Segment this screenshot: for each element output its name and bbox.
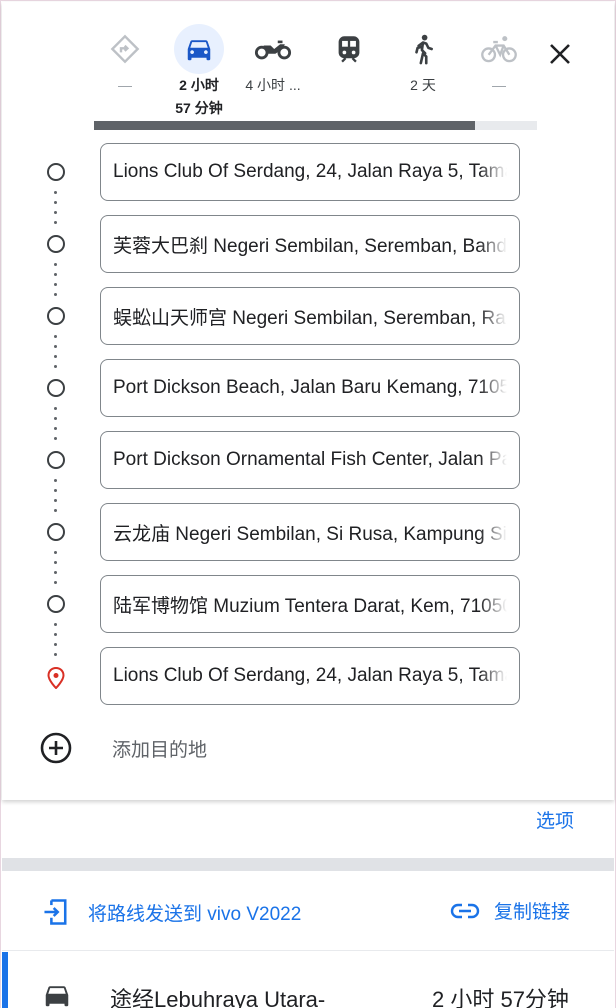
send-to-phone-icon <box>44 899 67 925</box>
copy-link-button[interactable]: 复制链接 <box>450 897 570 924</box>
waypoint-circle-icon <box>47 307 65 325</box>
waypoint-input[interactable]: Lions Club Of Serdang, 24, Jalan Raya 5,… <box>100 647 520 705</box>
waypoint-row: Port Dickson Ornamental Fish Center, Jal… <box>2 430 614 490</box>
waypoint-circle-icon <box>47 451 65 469</box>
waypoint-row: 云龙庙 Negeri Sembilan, Si Rusa, Kampung Si… <box>2 502 614 562</box>
waypoint-input[interactable]: Port Dickson Beach, Jalan Baru Kemang, 7… <box>100 359 520 417</box>
send-to-device-link[interactable]: 将路线发送到 vivo V2022 <box>42 897 301 927</box>
send-to-device-label: 将路线发送到 vivo V2022 <box>88 903 302 925</box>
mode-driving-label-hours: 2 小时 <box>179 77 219 93</box>
destination-pin-icon <box>47 666 65 690</box>
section-divider <box>2 858 614 871</box>
close-icon <box>550 44 570 64</box>
add-destination-label: 添加目的地 <box>112 739 208 761</box>
waypoint-circle-icon <box>47 235 65 253</box>
add-destination-button[interactable]: 添加目的地 <box>40 729 207 767</box>
selected-route-indicator <box>2 952 8 1008</box>
close-button[interactable] <box>538 32 582 76</box>
mode-motorcycle-label: 4 小时 ... <box>245 77 301 93</box>
motorcycle-icon <box>248 24 298 74</box>
waypoint-input[interactable]: Lions Club Of Serdang, 24, Jalan Raya 5,… <box>100 143 520 201</box>
mode-driving[interactable]: 2 小时 57 分钟 <box>164 24 234 120</box>
waypoint-circle-icon <box>47 379 65 397</box>
car-icon <box>45 986 69 1007</box>
directions-panel: — 2 小时 57 分钟 4 小时 ... 2 天 — Lions Club O… <box>2 2 614 800</box>
waypoint-row: Lions Club Of Serdang, 24, Jalan Raya 5,… <box>2 142 614 202</box>
waypoint-row: 芙蓉大巴刹 Negeri Sembilan, Seremban, Bandar … <box>2 214 614 274</box>
mode-walking[interactable]: 2 天 <box>388 24 458 97</box>
mode-best-label: — <box>118 77 132 93</box>
waypoint-input[interactable]: 蜈蚣山天师宫 Negeri Sembilan, Seremban, Rasah <box>100 287 520 345</box>
walk-icon <box>398 24 448 74</box>
waypoint-input[interactable]: 云龙庙 Negeri Sembilan, Si Rusa, Kampung Si… <box>100 503 520 561</box>
waypoint-input[interactable]: 陆军博物馆 Muzium Tentera Darat, Kem, 71050 <box>100 575 520 633</box>
route-option[interactable]: 途经Lebuhraya Utara- 2 小时 57分钟 <box>2 952 614 1008</box>
mode-scroll-thumb[interactable] <box>94 121 475 130</box>
route-via-text: 途经Lebuhraya Utara- <box>110 987 326 1008</box>
mode-driving-label-minutes: 57 分钟 <box>175 100 223 116</box>
waypoint-text: Port Dickson Beach, Jalan Baru Kemang, 7… <box>113 377 507 398</box>
waypoint-text: Lions Club Of Serdang, 24, Jalan Raya 5,… <box>113 161 507 182</box>
bicycle-icon <box>474 24 524 74</box>
waypoint-row: 陆军博物馆 Muzium Tentera Darat, Kem, 71050 <box>2 574 614 634</box>
mode-cycling[interactable]: — <box>464 24 534 97</box>
waypoint-text: 蜈蚣山天师宫 Negeri Sembilan, Seremban, Rasah <box>113 307 507 329</box>
add-circle-icon <box>40 732 72 764</box>
options-link[interactable]: 选项 <box>536 806 574 833</box>
mode-cycling-label: — <box>492 77 506 93</box>
waypoint-circle-icon <box>47 595 65 613</box>
mode-transit[interactable] <box>314 24 384 74</box>
mode-walking-label: 2 天 <box>410 77 436 93</box>
waypoint-row: Lions Club Of Serdang, 24, Jalan Raya 5,… <box>2 646 614 706</box>
link-icon <box>450 903 480 918</box>
waypoint-text: 云龙庙 Negeri Sembilan, Si Rusa, Kampung Si… <box>113 523 507 545</box>
waypoint-text: 芙蓉大巴刹 Negeri Sembilan, Seremban, Bandar … <box>113 235 507 257</box>
copy-link-label: 复制链接 <box>494 902 571 923</box>
mode-scroll-track[interactable] <box>94 121 537 130</box>
waypoint-input[interactable]: 芙蓉大巴刹 Negeri Sembilan, Seremban, Bandar … <box>100 215 520 273</box>
waypoint-text: Lions Club Of Serdang, 24, Jalan Raya 5,… <box>113 665 507 686</box>
waypoint-text: Port Dickson Ornamental Fish Center, Jal… <box>113 449 507 470</box>
car-icon <box>174 24 224 74</box>
route-duration: 2 小时 57分钟 <box>432 987 569 1008</box>
waypoint-circle-icon <box>47 163 65 181</box>
waypoint-input[interactable]: Port Dickson Ornamental Fish Center, Jal… <box>100 431 520 489</box>
train-icon <box>324 24 374 74</box>
waypoint-row: Port Dickson Beach, Jalan Baru Kemang, 7… <box>2 358 614 418</box>
mode-best[interactable]: — <box>90 24 160 97</box>
waypoint-text: 陆军博物馆 Muzium Tentera Darat, Kem, 71050 <box>113 595 507 617</box>
waypoint-circle-icon <box>47 523 65 541</box>
directions-diamond-icon <box>100 24 150 74</box>
share-row: 将路线发送到 vivo V2022 复制链接 <box>2 871 614 951</box>
waypoint-row: 蜈蚣山天师宫 Negeri Sembilan, Seremban, Rasah <box>2 286 614 346</box>
mode-motorcycle[interactable]: 4 小时 ... <box>238 24 308 97</box>
